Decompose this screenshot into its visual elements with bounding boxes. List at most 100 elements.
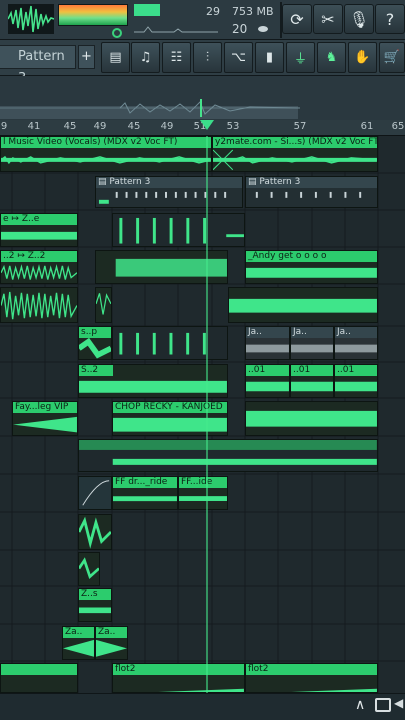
add-pattern-button[interactable]: + xyxy=(78,45,95,69)
master-volume-meter[interactable] xyxy=(58,4,128,26)
clip-waveform xyxy=(79,607,111,614)
audio-clip-stabs-2[interactable] xyxy=(112,326,228,360)
clip-waveform xyxy=(113,417,227,432)
audio-clip-stabs[interactable] xyxy=(112,213,245,247)
clip-label: Ja.. xyxy=(246,327,289,338)
audio-clip[interactable] xyxy=(78,514,112,550)
audio-clip-flot[interactable]: flot2 xyxy=(112,663,245,693)
audio-clip[interactable]: ..2 ↦ Z..2 xyxy=(0,250,78,284)
audio-clip-zs[interactable]: Z..s xyxy=(78,588,112,622)
clip-label: ▤ Pattern 3 xyxy=(96,177,242,188)
browser-button[interactable]: ⌥ xyxy=(224,42,253,73)
pattern-clip[interactable]: ▤ Pattern 3 xyxy=(95,176,243,208)
record-audio-button[interactable]: 🎙 xyxy=(344,4,374,34)
clip-waveform xyxy=(79,440,377,465)
clip-label xyxy=(1,664,77,675)
file-button[interactable]: ▮ xyxy=(255,42,284,73)
clip-waveform xyxy=(158,688,244,692)
person-button[interactable]: ♞ xyxy=(317,42,346,73)
clip-waveform xyxy=(79,516,111,549)
audio-clip-chop[interactable]: CHOP RECKY - KANJOED xyxy=(112,401,228,436)
audio-clip-vocals-2[interactable]: y2mate.com - Si...s) (MDX v2 Voc FT) xyxy=(212,136,378,172)
clip-label: flot2 xyxy=(246,664,377,675)
audio-clip-vocals[interactable]: l Music Video (Vocals) (MDX v2 Voc FT) xyxy=(0,136,212,172)
clip-label: Ja.. xyxy=(335,327,377,338)
plugin-button[interactable]: ⏚ xyxy=(286,42,315,73)
clip-label: Fay...leg VIP xyxy=(13,402,77,413)
audio-clip-pad[interactable] xyxy=(95,250,228,284)
hand-button[interactable]: ✋ xyxy=(348,42,377,73)
refresh-icon: ⟳ xyxy=(290,9,304,29)
audio-clip-01[interactable]: ..01 xyxy=(334,364,378,398)
network-icon[interactable] xyxy=(375,698,391,712)
clip-label-text: Z..2 xyxy=(27,251,46,261)
clip-label: Za.. xyxy=(96,627,127,638)
audio-clip[interactable] xyxy=(78,552,100,586)
audio-clip[interactable]: s..p xyxy=(78,326,112,360)
playlist-icon: ▤ xyxy=(109,50,122,65)
audio-clip-za[interactable]: Za.. xyxy=(62,626,95,660)
cpu-graph xyxy=(134,4,160,16)
taskbar xyxy=(0,693,405,720)
audio-clip[interactable] xyxy=(0,663,78,693)
chevron-up-icon[interactable]: ∧ xyxy=(355,697,365,713)
clip-waveform xyxy=(291,381,333,392)
hand-icon: ✋ xyxy=(354,50,371,65)
audio-clip[interactable] xyxy=(245,401,378,436)
audio-clip-andy[interactable]: _Andy get o o o o xyxy=(245,250,378,284)
playlist-button[interactable]: ▤ xyxy=(101,42,130,73)
pattern-selector[interactable]: Pattern 3 xyxy=(0,45,76,86)
clip-waveform xyxy=(213,149,377,171)
mixer-button[interactable]: ⫶ xyxy=(193,42,222,73)
playlist-area[interactable]: l Music Video (Vocals) (MDX v2 Voc FT) y… xyxy=(0,136,405,693)
audio-clip[interactable] xyxy=(95,287,112,323)
clip-label: ..2 ↦ Z..2 xyxy=(1,251,77,262)
audio-clip-za[interactable]: Za.. xyxy=(95,626,128,660)
audio-clip-ja[interactable]: Ja.. xyxy=(290,326,334,360)
audio-clip-ffdr[interactable]: FF dr..._ride xyxy=(112,476,178,510)
clip-waveform xyxy=(1,155,211,165)
clip-waveform xyxy=(335,381,377,392)
audio-clip-flot[interactable]: flot2 xyxy=(245,663,378,693)
audio-clip[interactable]: e ↦ Z..e xyxy=(0,213,78,247)
audio-clip-long[interactable] xyxy=(78,439,378,472)
audio-clip-ja[interactable]: Ja.. xyxy=(245,326,290,360)
audio-clip-fay[interactable]: Fay...leg VIP xyxy=(12,401,78,436)
clip-waveform xyxy=(179,496,227,501)
bar-number: 45 xyxy=(63,121,77,132)
clip-label: l Music Video (Vocals) (MDX v2 Voc FT) xyxy=(1,137,211,148)
clip-label-text: e xyxy=(3,214,9,224)
clip-label: y2mate.com - Si...s) (MDX v2 Voc FT) xyxy=(213,137,377,148)
refresh-button[interactable]: ⟳ xyxy=(282,4,312,34)
playhead-marker[interactable] xyxy=(200,120,214,130)
bar-number: 49 xyxy=(160,121,174,132)
audio-clip-01[interactable]: ..01 xyxy=(290,364,334,398)
help-button[interactable]: ? xyxy=(375,4,405,34)
clip-label: ..01 xyxy=(246,365,289,376)
piano-roll-button[interactable]: ♫ xyxy=(131,42,160,73)
clip-waveform xyxy=(13,416,77,433)
clip-label: CHOP RECKY - KANJOED xyxy=(113,402,227,413)
shop-button[interactable]: 🛒 xyxy=(379,42,405,73)
clip-waveform xyxy=(291,344,333,353)
clip-label: S..2 xyxy=(79,365,113,376)
clip-waveform xyxy=(246,381,289,392)
clip-label: Z..s xyxy=(79,589,111,600)
automation-clip[interactable] xyxy=(78,476,112,510)
person-icon: ♞ xyxy=(325,50,338,65)
clip-waveform xyxy=(246,344,289,353)
master-pitch-knob[interactable] xyxy=(112,28,122,38)
clip-notes xyxy=(255,191,362,198)
audio-clip-ja[interactable]: Ja.. xyxy=(334,326,378,360)
bar-number: 45 xyxy=(127,121,141,132)
audio-clip-01[interactable]: ..01 xyxy=(245,364,290,398)
shop-icon: 🛒 xyxy=(383,50,401,65)
audio-clip[interactable] xyxy=(228,287,378,323)
channel-rack-button[interactable]: ☷ xyxy=(162,42,191,73)
tools-button[interactable]: ✂ xyxy=(313,4,343,34)
speaker-icon[interactable]: ◀ xyxy=(394,696,403,710)
audio-clip-ff[interactable]: FF...ide xyxy=(178,476,228,510)
audio-clip[interactable] xyxy=(0,287,78,323)
pattern-clip-2[interactable]: ▤ Pattern 3 xyxy=(245,176,378,208)
cpu-value: 29 xyxy=(206,5,220,18)
